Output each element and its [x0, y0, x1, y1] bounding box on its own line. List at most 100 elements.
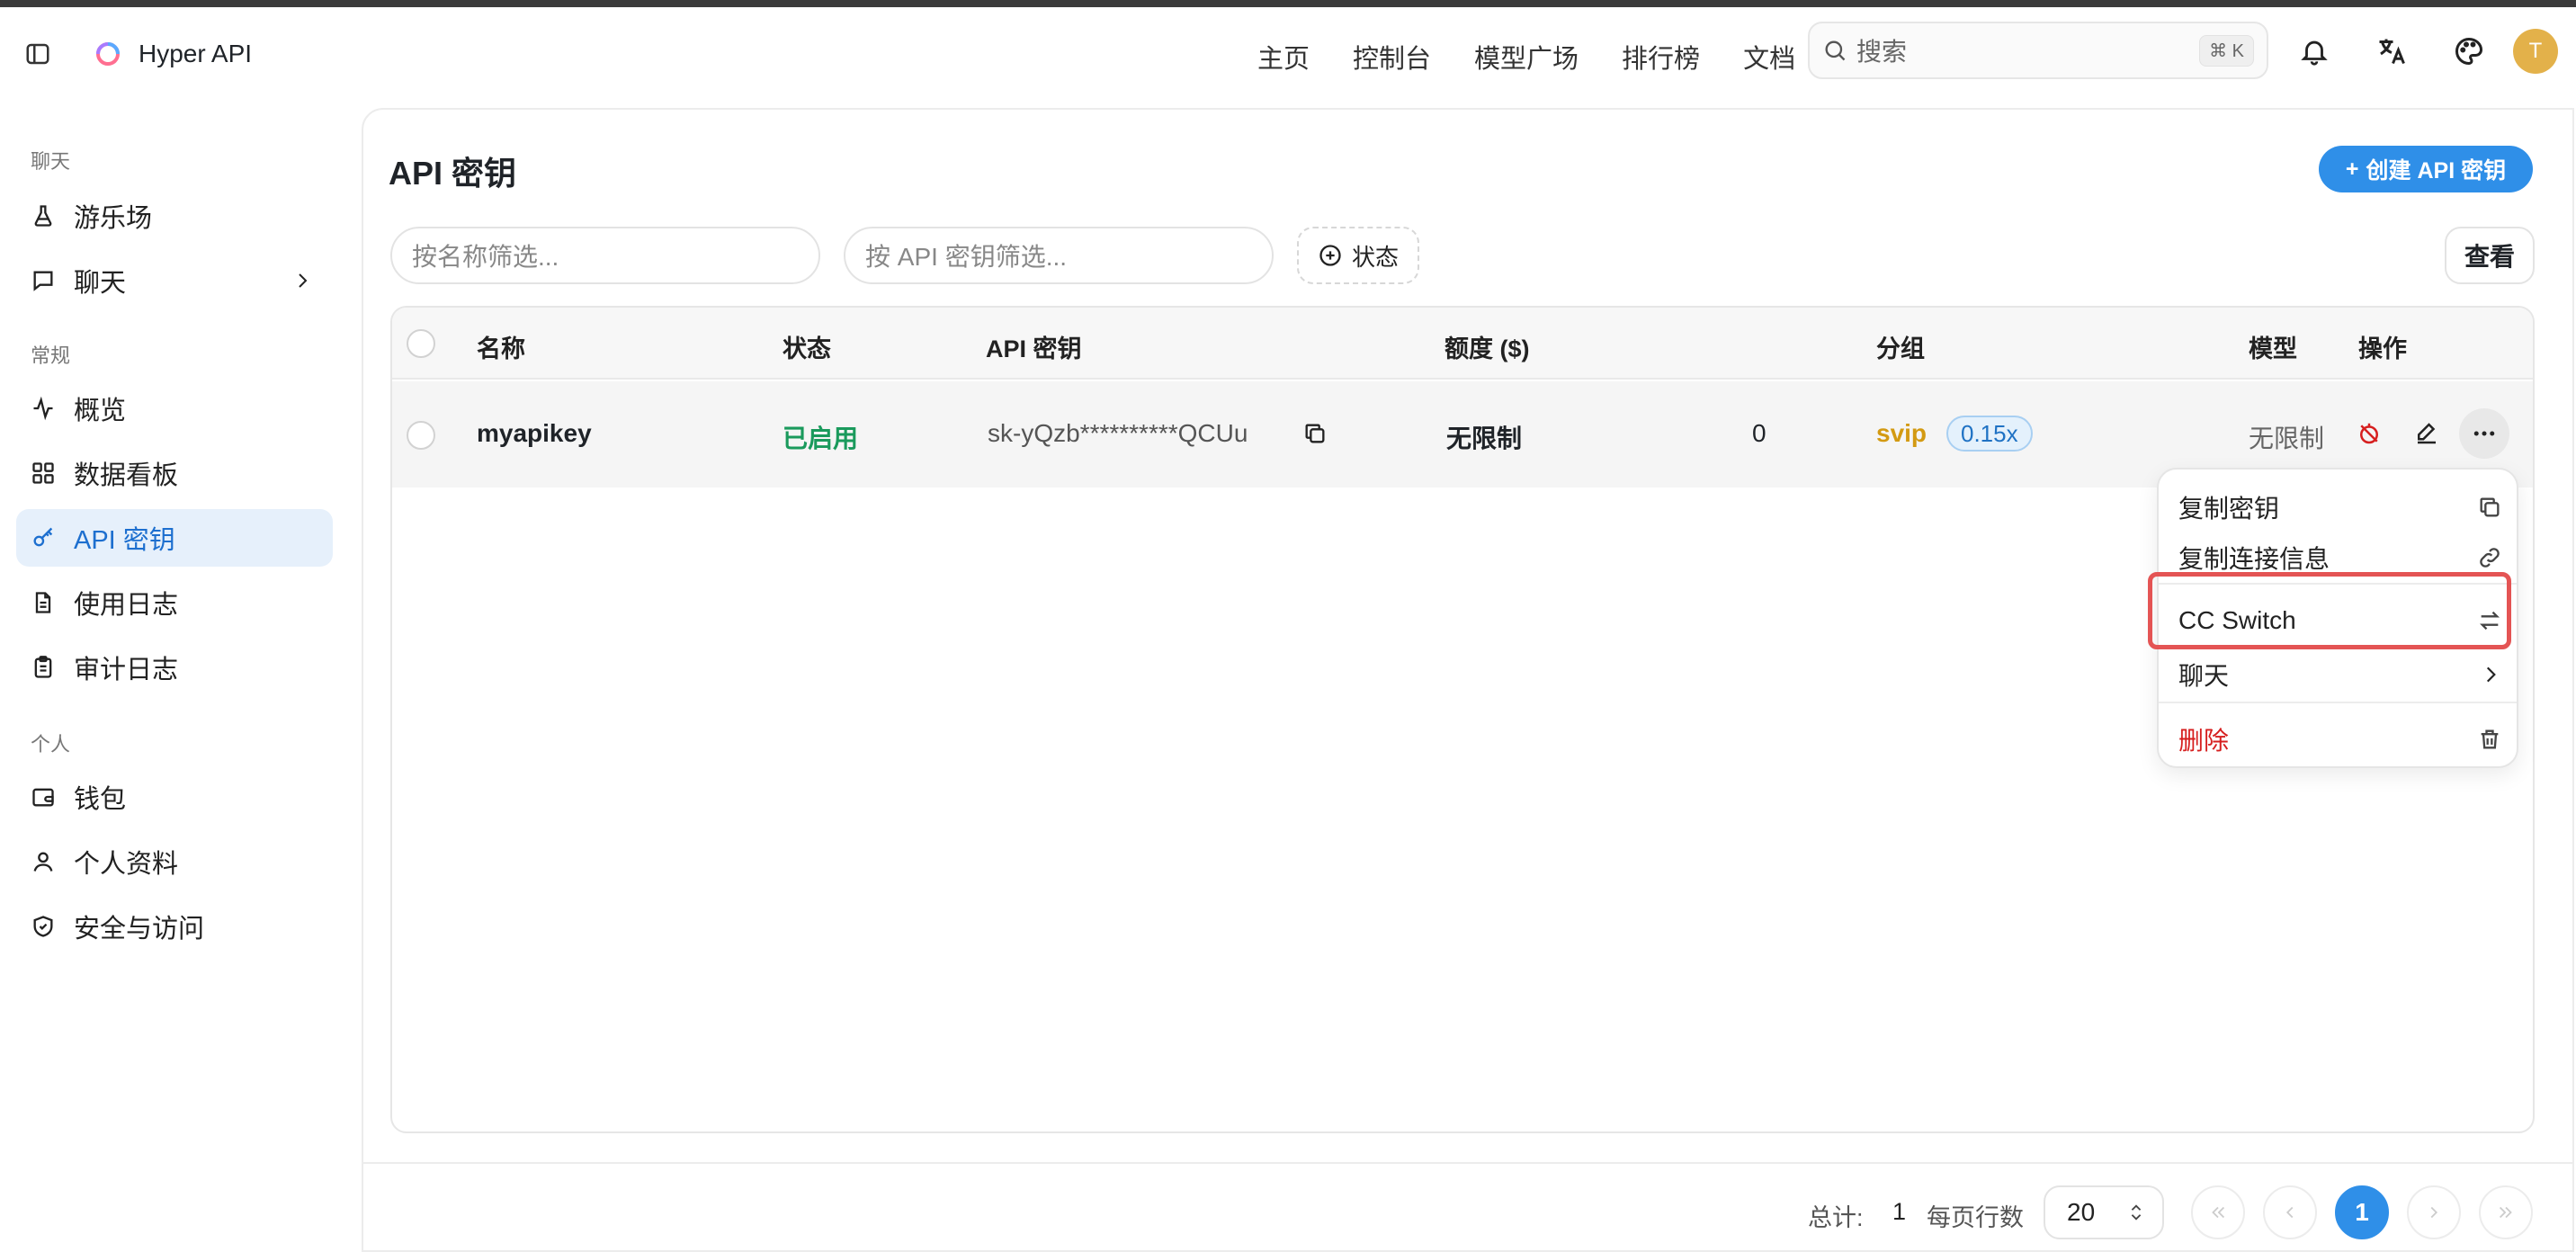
header-name[interactable]: 名称: [477, 329, 525, 364]
select-all-checkbox[interactable]: [407, 329, 435, 358]
disable-icon[interactable]: [2344, 408, 2394, 459]
create-button-label: 创建 API 密钥: [2366, 158, 2507, 183]
menu-item-chat[interactable]: 聊天: [2178, 657, 2502, 693]
status-badge: 已启用: [783, 425, 859, 452]
menu-item-label: 聊天: [2178, 662, 2230, 690]
search-icon: [1825, 40, 1846, 61]
row-api-key: sk-yQzb**********QCUu: [988, 419, 1248, 447]
search-placeholder: 搜索: [1856, 38, 1908, 66]
menu-item-label: 复制连接信息: [2178, 545, 2330, 573]
sidebar-item-profile[interactable]: 个人资料: [16, 833, 333, 890]
window-top-strip: [0, 0, 2576, 7]
sidebar-item-label: 使用日志: [74, 591, 179, 620]
chevron-right-icon: [299, 273, 308, 288]
row-model: 无限制: [2249, 425, 2325, 452]
logo-icon: [96, 42, 120, 66]
brand[interactable]: Hyper API: [94, 40, 252, 68]
section-label-personal: 个人: [31, 733, 71, 756]
nav-models[interactable]: 模型广场: [1474, 38, 1579, 76]
edit-icon[interactable]: [2402, 408, 2452, 459]
filter-name-placeholder: 按名称筛选...: [412, 243, 559, 271]
sidebar-toggle-icon[interactable]: [20, 36, 56, 72]
wallet-icon: [32, 788, 54, 807]
last-page-button[interactable]: [2479, 1185, 2533, 1239]
sidebar-item-label: 概览: [74, 397, 127, 425]
avatar[interactable]: T: [2513, 29, 2558, 74]
row-used-quota: 0: [1752, 419, 1767, 447]
sidebar-item-label: API 密钥: [74, 526, 175, 555]
highlight-box: [2148, 572, 2511, 649]
copy-key-icon[interactable]: [1302, 421, 1328, 446]
menu-item-copy-connection[interactable]: 复制连接信息: [2178, 540, 2502, 576]
menu-item-label: 删除: [2178, 727, 2230, 755]
bell-icon[interactable]: [2294, 31, 2335, 72]
clipboard-icon: [34, 656, 52, 678]
status-filter-button[interactable]: 状态: [1297, 227, 1419, 284]
row-name: myapikey: [477, 419, 592, 447]
dashboard-icon: [32, 462, 54, 484]
sidebar-item-overview[interactable]: 概览: [16, 380, 333, 437]
sidebar-item-label: 个人资料: [74, 850, 179, 879]
header-quota[interactable]: 额度 ($): [1445, 329, 1530, 364]
sidebar-item-chat[interactable]: 聊天: [16, 252, 333, 309]
sidebar-item-usage-logs[interactable]: 使用日志: [16, 574, 333, 631]
first-page-button[interactable]: [2191, 1185, 2245, 1239]
filter-key-input[interactable]: 按 API 密钥筛选...: [844, 227, 1274, 284]
page-button-current[interactable]: 1: [2335, 1185, 2389, 1239]
row-checkbox[interactable]: [407, 421, 435, 450]
nav-console[interactable]: 控制台: [1353, 38, 1431, 76]
create-api-key-button[interactable]: + 创建 API 密钥: [2319, 146, 2533, 192]
sidebar-item-audit-logs[interactable]: 审计日志: [16, 639, 333, 696]
nav-home[interactable]: 主页: [1257, 38, 1310, 76]
sidebar: 聊天 游乐场 聊天 常规 概览 数据看板 API 密钥 使用日志 审计日志 个人…: [0, 101, 351, 1252]
nav-leaderboard[interactable]: 排行榜: [1622, 38, 1700, 76]
header-actions: 操作: [2358, 335, 2407, 362]
header-group[interactable]: 分组: [1876, 329, 1925, 364]
menu-item-delete[interactable]: 删除: [2178, 721, 2502, 757]
trash-icon: [2481, 729, 2499, 749]
activity-icon: [33, 396, 53, 421]
page-title: API 密钥: [389, 155, 517, 192]
palette-icon[interactable]: [2448, 31, 2490, 72]
sidebar-item-playground[interactable]: 游乐场: [16, 187, 333, 245]
section-label-general: 常规: [31, 344, 71, 367]
menu-divider: [2159, 702, 2517, 703]
header-key[interactable]: API 密钥: [986, 329, 1082, 364]
translate-icon[interactable]: [2371, 31, 2412, 72]
search-input[interactable]: 搜索 ⌘ K: [1808, 22, 2268, 79]
chevron-updown-icon: [2131, 1204, 2142, 1221]
rows-per-page-value: 20: [2067, 1198, 2096, 1226]
row-group: svip: [1876, 419, 1928, 447]
app-title: Hyper API: [139, 40, 253, 67]
plus-icon: +: [2345, 156, 2359, 182]
prev-page-button[interactable]: [2263, 1185, 2317, 1239]
user-icon: [33, 852, 53, 872]
shield-icon: [33, 916, 53, 937]
sidebar-item-dashboard[interactable]: 数据看板: [16, 444, 333, 502]
search-shortcut: ⌘ K: [2199, 34, 2254, 67]
chat-icon: [33, 271, 53, 291]
next-page-button[interactable]: [2407, 1185, 2461, 1239]
header-status[interactable]: 状态: [783, 329, 831, 364]
document-icon: [35, 592, 51, 613]
footer-divider: [362, 1162, 2574, 1164]
menu-item-copy-key[interactable]: 复制密钥: [2178, 489, 2502, 525]
sidebar-item-api-keys[interactable]: API 密钥: [16, 509, 333, 567]
copy-icon: [2480, 497, 2500, 517]
sidebar-item-label: 审计日志: [74, 656, 179, 684]
link-icon: [2480, 548, 2500, 568]
filter-name-input[interactable]: 按名称筛选...: [390, 227, 820, 284]
view-button[interactable]: 查看: [2445, 227, 2535, 284]
sidebar-item-label: 安全与访问: [74, 915, 205, 943]
top-header: Hyper API 主页 控制台 模型广场 排行榜 文档 搜索 ⌘ K T: [0, 7, 2576, 101]
nav-docs[interactable]: 文档: [1743, 38, 1795, 76]
section-label-chat: 聊天: [31, 150, 71, 173]
chevron-left-icon: [2285, 1206, 2294, 1219]
rows-per-page-select[interactable]: 20: [2044, 1185, 2164, 1239]
header-model[interactable]: 模型: [2249, 329, 2297, 364]
sidebar-item-wallet[interactable]: 钱包: [16, 768, 333, 826]
more-actions-icon[interactable]: [2459, 408, 2509, 459]
chevron-right-icon: [2486, 666, 2496, 683]
table-header: 名称 状态 API 密钥 额度 ($) 分组 模型 操作: [392, 308, 2533, 380]
sidebar-item-security[interactable]: 安全与访问: [16, 898, 333, 955]
